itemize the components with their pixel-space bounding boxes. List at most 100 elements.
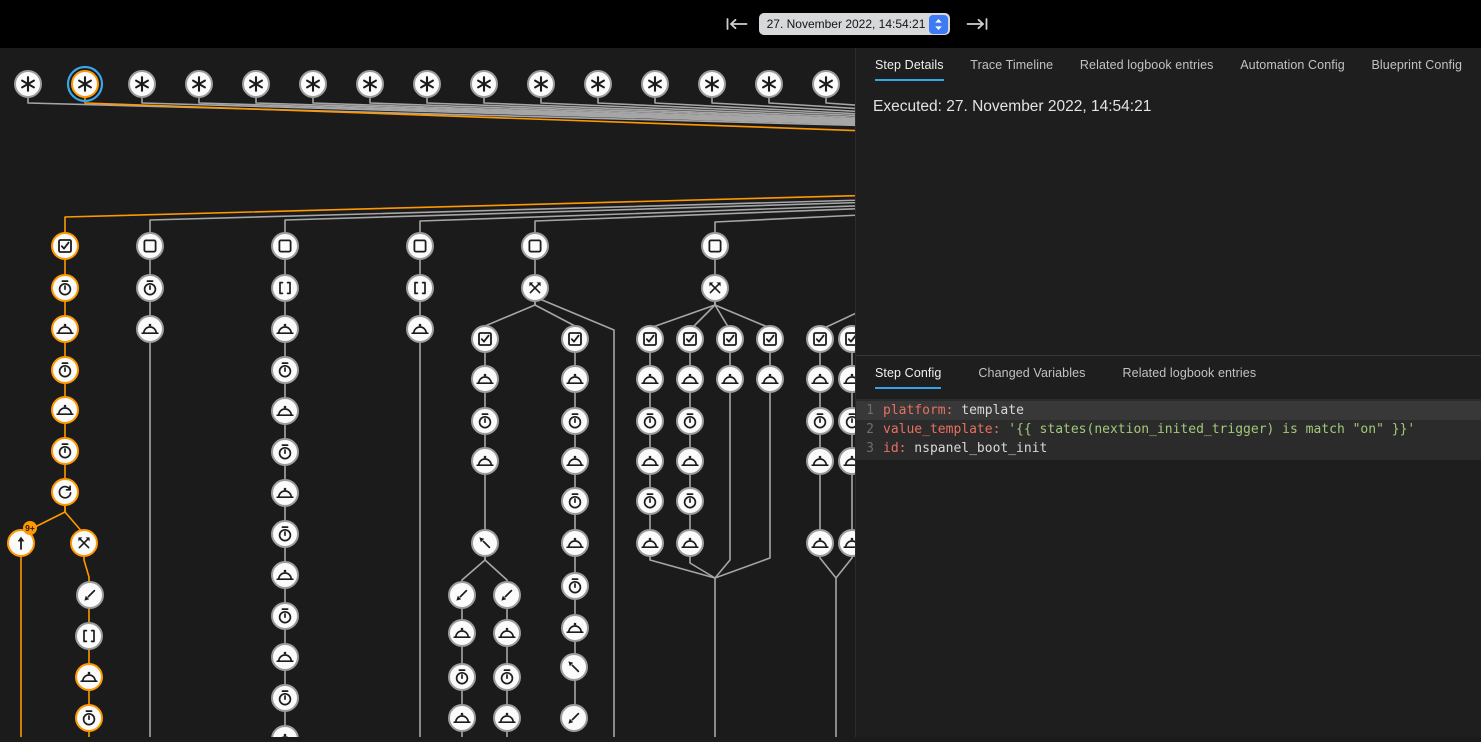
trace-node-service-call[interactable]: [272, 562, 298, 588]
trace-node-condition-checked[interactable]: [757, 326, 783, 352]
trace-node-service-call[interactable]: [272, 726, 298, 737]
trace-node-delay[interactable]: [839, 408, 855, 434]
next-trace-button[interactable]: [966, 17, 988, 31]
trace-node-trigger[interactable]: [357, 71, 383, 97]
trace-node-service-call[interactable]: [449, 620, 475, 646]
trace-node-choose[interactable]: [71, 530, 97, 556]
trace-node-trigger[interactable]: [528, 71, 554, 97]
trace-node-choose[interactable]: [522, 275, 548, 301]
trace-node-choose[interactable]: [702, 275, 728, 301]
trace-node-delay[interactable]: [272, 439, 298, 465]
trace-node-branch-entry[interactable]: [561, 705, 587, 731]
trace-node-trigger[interactable]: [68, 67, 102, 101]
trace-node-service-call[interactable]: [562, 448, 588, 474]
trace-node-condition-checked[interactable]: [52, 233, 78, 259]
trace-node-service-call[interactable]: [76, 664, 102, 690]
trace-node-condition[interactable]: [702, 233, 728, 259]
trace-node-service-call[interactable]: [807, 530, 833, 556]
trace-node-condition-checked[interactable]: [472, 326, 498, 352]
trace-node-delay[interactable]: [52, 357, 78, 383]
trace-node-service-call[interactable]: [449, 705, 475, 731]
trace-node-trigger[interactable]: [300, 71, 326, 97]
trace-node-delay[interactable]: [52, 438, 78, 464]
yaml-editor[interactable]: 1platform: template2value_template: '{{ …: [856, 399, 1481, 460]
trace-node-trigger[interactable]: [699, 71, 725, 97]
trace-node-condition-checked[interactable]: [839, 326, 855, 352]
trace-node-service-call[interactable]: [677, 530, 703, 556]
trace-node-service-call[interactable]: [839, 448, 855, 474]
trace-node-sequence[interactable]: [272, 275, 298, 301]
tab-automation-config[interactable]: Automation Config: [1240, 48, 1345, 81]
trace-node-service-call[interactable]: [494, 705, 520, 731]
trace-node-branch-exit[interactable]: [472, 530, 498, 556]
trace-node-trigger[interactable]: [414, 71, 440, 97]
trace-node-delay[interactable]: [807, 408, 833, 434]
trace-node-condition-checked[interactable]: [807, 326, 833, 352]
trace-node-sequence[interactable]: [76, 623, 102, 649]
trace-node-service-call[interactable]: [472, 366, 498, 392]
trace-node-condition[interactable]: [407, 233, 433, 259]
trace-node-condition[interactable]: [272, 233, 298, 259]
tab-related-logbook-entries[interactable]: Related logbook entries: [1080, 48, 1214, 81]
trace-node-trigger[interactable]: [186, 71, 212, 97]
trace-node-delay[interactable]: [562, 408, 588, 434]
trace-node-branch-entry[interactable]: [449, 582, 475, 608]
trace-node-repeat[interactable]: [52, 479, 78, 505]
trace-node-trigger[interactable]: [642, 71, 668, 97]
trace-node-service-call[interactable]: [472, 448, 498, 474]
trace-node-service-call[interactable]: [407, 316, 433, 342]
trace-node-trigger[interactable]: [471, 71, 497, 97]
tab-step-config[interactable]: Step Config: [875, 356, 941, 389]
tab-related-logbook-entries[interactable]: Related logbook entries: [1123, 356, 1257, 389]
trace-node-condition-checked[interactable]: [562, 326, 588, 352]
trace-node-condition-checked[interactable]: [637, 326, 663, 352]
trace-node-delay[interactable]: [52, 275, 78, 301]
trace-timestamp-select[interactable]: 27. November 2022, 14:54:21: [759, 13, 950, 35]
trace-node-service-call[interactable]: [272, 398, 298, 424]
trace-node-delay[interactable]: [562, 573, 588, 599]
trace-node-service-call[interactable]: [717, 366, 743, 392]
trace-node-delay[interactable]: [272, 521, 298, 547]
trace-node-service-call[interactable]: [637, 530, 663, 556]
trace-node-service-call[interactable]: [677, 366, 703, 392]
tab-blueprint-config[interactable]: Blueprint Config: [1371, 48, 1462, 81]
trace-node-delay[interactable]: [272, 685, 298, 711]
trace-node-service-call[interactable]: [637, 366, 663, 392]
trace-node-service-call[interactable]: [839, 530, 855, 556]
trace-node-trigger[interactable]: [813, 71, 839, 97]
trace-node-trigger[interactable]: [15, 71, 41, 97]
trace-node-delay[interactable]: [449, 664, 475, 690]
tab-step-details[interactable]: Step Details: [875, 48, 944, 81]
trace-node-delay[interactable]: [137, 275, 163, 301]
trace-node-service-call[interactable]: [807, 448, 833, 474]
trace-node-service-call[interactable]: [137, 316, 163, 342]
trace-node-branch-entry[interactable]: [494, 582, 520, 608]
trace-node-condition-checked[interactable]: [717, 326, 743, 352]
trace-node-delay[interactable]: [677, 408, 703, 434]
trace-node-service-call[interactable]: [562, 530, 588, 556]
trace-node-service-call[interactable]: [52, 397, 78, 423]
trace-node-service-call[interactable]: [677, 448, 703, 474]
trace-node-delay[interactable]: [272, 603, 298, 629]
trace-node-delay[interactable]: [637, 408, 663, 434]
trace-node-trigger[interactable]: [585, 71, 611, 97]
tab-changed-variables[interactable]: Changed Variables: [978, 356, 1085, 389]
trace-node-service-call[interactable]: [562, 615, 588, 641]
tab-trace-timeline[interactable]: Trace Timeline: [970, 48, 1053, 81]
trace-node-service-call[interactable]: [52, 316, 78, 342]
trace-node-delay[interactable]: [472, 408, 498, 434]
trace-node-branch-entry[interactable]: [77, 582, 103, 608]
trace-node-sequence[interactable]: [407, 275, 433, 301]
trace-node-service-call[interactable]: [272, 316, 298, 342]
trace-node-branch-exit[interactable]: [561, 654, 587, 680]
trace-node-return[interactable]: 9+: [8, 521, 37, 556]
trace-node-delay[interactable]: [76, 705, 102, 731]
trace-node-delay[interactable]: [637, 488, 663, 514]
trace-node-trigger[interactable]: [756, 71, 782, 97]
trace-node-service-call[interactable]: [757, 366, 783, 392]
trace-node-delay[interactable]: [272, 357, 298, 383]
trace-node-service-call[interactable]: [807, 366, 833, 392]
trace-node-delay[interactable]: [494, 664, 520, 690]
trace-node-condition[interactable]: [137, 233, 163, 259]
trace-node-trigger[interactable]: [243, 71, 269, 97]
